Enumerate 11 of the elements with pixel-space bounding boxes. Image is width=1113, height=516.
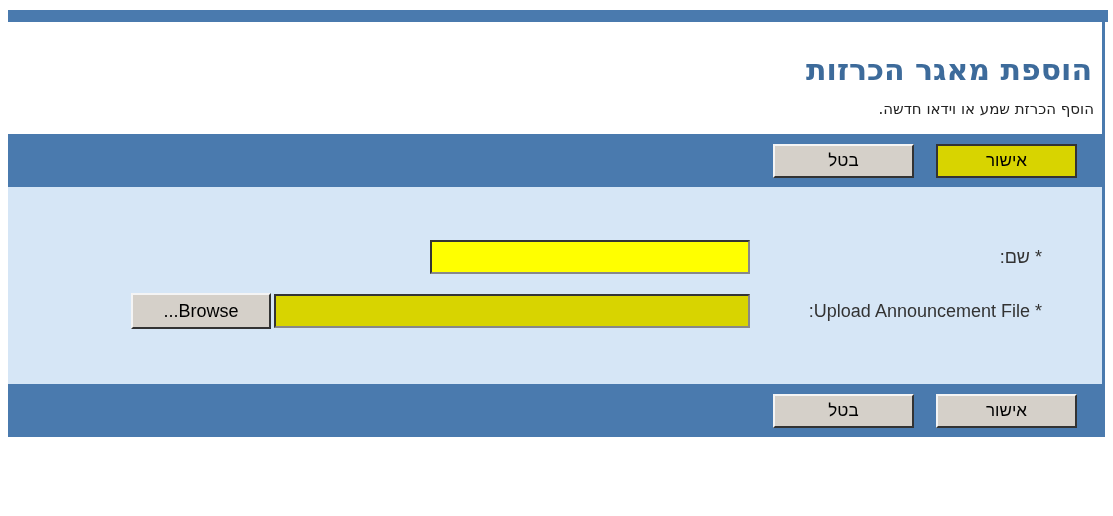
cancel-button[interactable]: בטל	[773, 143, 914, 178]
field-label: * Upload Announcement File:	[807, 300, 1043, 322]
name-field[interactable]	[430, 240, 750, 274]
ok-button[interactable]: אישור	[936, 393, 1077, 428]
page-title: הוספת מאגר הכרזות	[805, 52, 1092, 88]
field-label: * שם:	[998, 246, 1043, 268]
cancel-button[interactable]: בטל	[773, 393, 914, 428]
file-path-field[interactable]	[274, 294, 750, 328]
ok-button[interactable]: אישור	[936, 143, 1077, 178]
page-subtitle: הוסף הכרזת שמע או וידאו חדשה.	[877, 100, 1094, 118]
browse-button[interactable]: Browse...	[131, 293, 271, 329]
